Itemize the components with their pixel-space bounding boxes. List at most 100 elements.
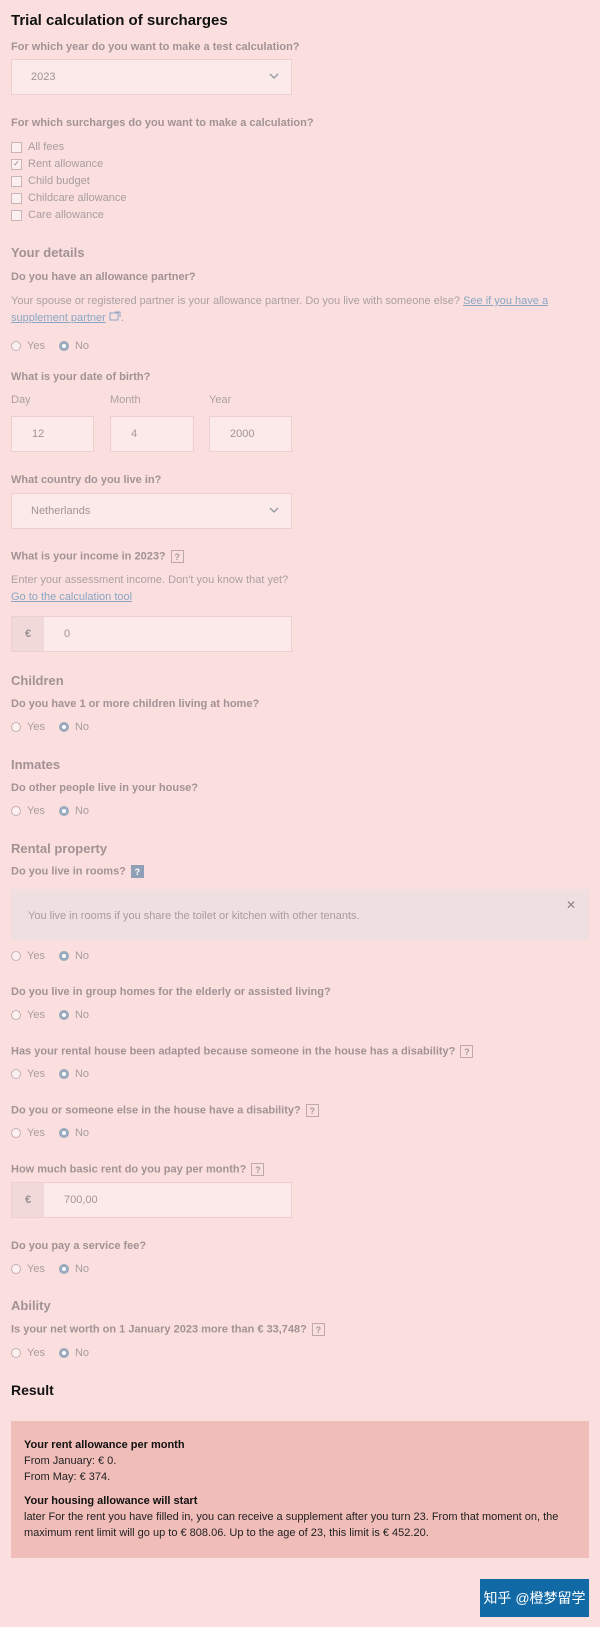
- radio-yes[interactable]: Yes: [11, 1347, 45, 1359]
- radio-no[interactable]: No: [58, 340, 89, 352]
- country-select[interactable]: Netherlands: [11, 493, 292, 529]
- radio-label: Yes: [27, 1009, 45, 1021]
- section-rental-property: Rental property: [11, 841, 108, 856]
- radio-button-selected[interactable]: [58, 341, 69, 351]
- radio-no[interactable]: No: [58, 950, 90, 962]
- radio-button[interactable]: [11, 1348, 21, 1358]
- checkbox-box[interactable]: [11, 209, 22, 221]
- radio-button-selected[interactable]: [58, 1128, 69, 1138]
- radio-no[interactable]: No: [58, 805, 89, 817]
- checkbox-box-checked[interactable]: ✓: [11, 158, 22, 170]
- disability-question: Do you or someone else in the house have…: [11, 1104, 319, 1117]
- help-icon[interactable]: ?: [311, 1323, 325, 1336]
- checkbox-box[interactable]: [11, 175, 22, 187]
- checkbox-rent-allowance[interactable]: ✓ Rent allowance: [11, 156, 126, 172]
- year-input[interactable]: 2000: [209, 416, 292, 452]
- disability-radio-group: Yes No: [11, 1127, 103, 1139]
- partner-link-2[interactable]: supplement partner: [11, 312, 106, 324]
- help-icon[interactable]: ?: [460, 1045, 474, 1058]
- close-icon[interactable]: ✕: [566, 898, 576, 912]
- rooms-question-text: Do you live in rooms?: [11, 865, 126, 878]
- income-hint: Enter your assessment income. Don't you …: [11, 572, 288, 606]
- chevron-down-icon: [269, 73, 279, 79]
- rooms-question: Do you live in rooms??: [11, 865, 144, 878]
- radio-no[interactable]: No: [58, 1347, 90, 1359]
- result-start-title: Your housing allowance will start: [24, 1495, 198, 1507]
- children-question: Do you have 1 or more children living at…: [11, 698, 260, 710]
- radio-no[interactable]: No: [58, 1009, 89, 1021]
- currency-prefix: €: [12, 617, 44, 651]
- month-label: Month: [110, 394, 141, 406]
- radio-no[interactable]: No: [58, 1127, 89, 1139]
- checkbox-care-allowance[interactable]: Care allowance: [11, 207, 126, 223]
- radio-no[interactable]: No: [58, 1068, 90, 1080]
- radio-yes[interactable]: Yes: [11, 1068, 45, 1080]
- radio-yes[interactable]: Yes: [11, 1127, 45, 1139]
- radio-button-selected[interactable]: [58, 1069, 69, 1079]
- radio-label: No: [74, 1068, 90, 1080]
- inmates-radio-group: Yes No: [11, 805, 103, 817]
- partner-link[interactable]: See if you have a: [463, 295, 548, 307]
- month-input[interactable]: 4: [110, 416, 194, 452]
- radio-yes[interactable]: Yes: [11, 721, 45, 733]
- checkbox-box[interactable]: [11, 141, 22, 153]
- checkbox-all-fees[interactable]: All fees: [11, 139, 126, 155]
- radio-button-selected[interactable]: [58, 951, 69, 961]
- rent-question: How much basic rent do you pay per month…: [11, 1163, 265, 1176]
- result-heading: Result: [11, 1382, 54, 1398]
- radio-button-selected[interactable]: [58, 722, 69, 732]
- radio-yes[interactable]: Yes: [11, 950, 45, 962]
- radio-button[interactable]: [11, 806, 21, 816]
- checkbox-box[interactable]: [11, 192, 22, 204]
- net-worth-question-text: Is your net worth on 1 January 2023 more…: [11, 1323, 307, 1336]
- radio-button-selected[interactable]: [58, 1010, 69, 1020]
- calculation-tool-link[interactable]: Go to the calculation tool: [11, 591, 132, 603]
- radio-label: No: [74, 950, 90, 962]
- partner-question: Do you have an allowance partner?: [11, 271, 196, 283]
- radio-button[interactable]: [11, 1069, 21, 1079]
- checkbox-childcare-allowance[interactable]: Childcare allowance: [11, 190, 126, 206]
- year-select-value: 2023: [31, 71, 56, 83]
- radio-button-selected[interactable]: [58, 1348, 69, 1358]
- income-input[interactable]: € 0: [11, 616, 292, 652]
- checkbox-label: Childcare allowance: [28, 192, 127, 204]
- radio-yes[interactable]: Yes: [11, 1009, 45, 1021]
- checkbox-child-budget[interactable]: Child budget: [11, 173, 126, 189]
- radio-button[interactable]: [11, 1128, 21, 1138]
- help-icon[interactable]: ?: [305, 1104, 319, 1117]
- result-from-january: From January: € 0.: [24, 1455, 117, 1467]
- radio-label: Yes: [27, 721, 45, 733]
- radio-label: No: [74, 1347, 90, 1359]
- radio-no[interactable]: No: [58, 1263, 89, 1275]
- day-input[interactable]: 12: [11, 416, 94, 452]
- radio-button[interactable]: [11, 1264, 21, 1274]
- help-icon[interactable]: ?: [130, 865, 144, 878]
- rent-value: 700,00: [64, 1194, 98, 1206]
- country-select-value: Netherlands: [31, 505, 91, 517]
- income-question: What is your income in 2023??: [11, 550, 184, 563]
- radio-yes[interactable]: Yes: [11, 1263, 45, 1275]
- radio-button[interactable]: [11, 1010, 21, 1020]
- radio-button[interactable]: [11, 951, 21, 961]
- radio-button[interactable]: [11, 722, 21, 732]
- watermark: 知乎 @橙梦留学: [480, 1579, 589, 1617]
- radio-no[interactable]: No: [58, 721, 89, 733]
- rent-question-text: How much basic rent do you pay per month…: [11, 1163, 247, 1176]
- radio-button-selected[interactable]: [58, 806, 69, 816]
- result-from-may: From May: € 374.: [24, 1471, 111, 1483]
- radio-label: Yes: [27, 950, 45, 962]
- checkbox-label: Child budget: [28, 175, 90, 187]
- income-question-text: What is your income in 2023?: [11, 550, 166, 563]
- help-icon[interactable]: ?: [251, 1163, 265, 1176]
- year-select[interactable]: 2023: [11, 59, 292, 95]
- radio-button[interactable]: [11, 341, 21, 351]
- help-icon[interactable]: ?: [170, 550, 184, 563]
- group-homes-question: Do you live in group homes for the elder…: [11, 986, 331, 998]
- radio-yes[interactable]: Yes: [11, 340, 45, 352]
- surcharges-list: All fees ✓ Rent allowance Child budget Ch…: [11, 139, 126, 223]
- radio-yes[interactable]: Yes: [11, 805, 45, 817]
- radio-button-selected[interactable]: [58, 1264, 69, 1274]
- disability-question-text: Do you or someone else in the house have…: [11, 1104, 301, 1117]
- income-hint-text: Enter your assessment income. Don't you …: [11, 574, 289, 586]
- rent-input[interactable]: € 700,00: [11, 1182, 292, 1218]
